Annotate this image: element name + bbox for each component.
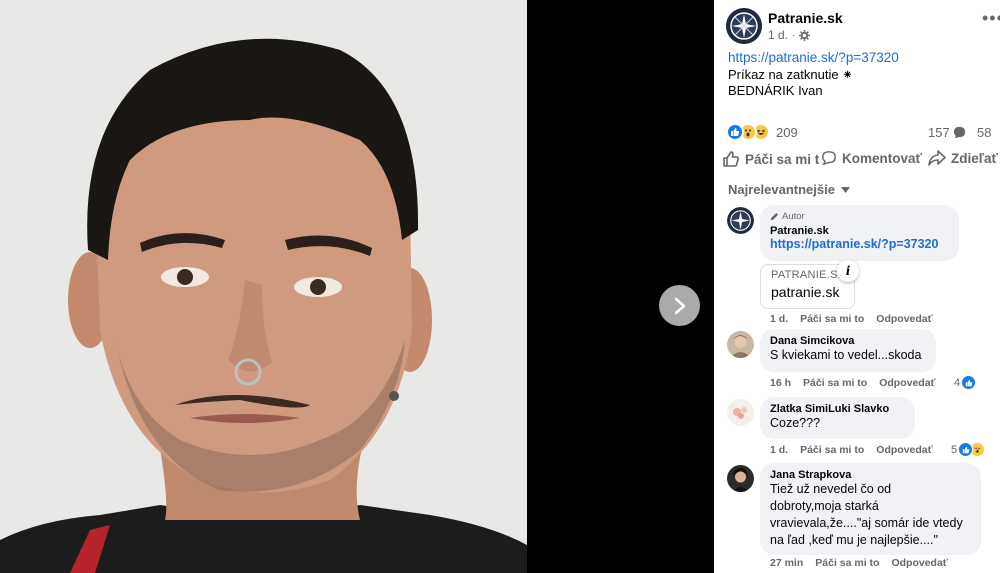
comment-bubble: Autor Patranie.sk https://patranie.sk/?p…: [760, 205, 959, 261]
comment-like-button[interactable]: Páči sa mi to: [803, 377, 867, 389]
mugshot-image: [0, 0, 527, 573]
user-avatar-image: [727, 399, 754, 426]
facebook-photo-viewer: Patranie.sk 1 d. · ••• https://patranie.…: [0, 0, 1000, 573]
comment-actions: 27 min Páči sa mi to Odpovedať: [770, 557, 948, 569]
comment-text-line-4: na ľad ,keď mu je najlepšie....": [770, 533, 938, 547]
comment-reactions[interactable]: 5: [951, 442, 986, 457]
like-reaction-icon: [961, 375, 977, 390]
comment-text-line-2: dobroty,moja starká: [770, 499, 879, 513]
comment-author[interactable]: Patranie.sk: [770, 225, 949, 237]
comment-time[interactable]: 27 min: [770, 557, 803, 569]
comment-reply-button[interactable]: Odpovedať: [891, 557, 947, 569]
comment-icon: [822, 151, 836, 166]
post-time[interactable]: 1 d.: [768, 28, 788, 42]
share-icon: [928, 150, 946, 166]
gear-icon: [799, 29, 811, 41]
post-side-panel: Patranie.sk 1 d. · ••• https://patranie.…: [714, 0, 1000, 573]
more-icon[interactable]: •••: [982, 8, 1000, 29]
comment-text-line-3: vravievala,že...."aj somár ide vtedy: [770, 516, 963, 530]
like-button-label: Páči sa mi to: [745, 151, 828, 167]
preview-domain: PATRANIE.SK: [771, 269, 846, 281]
comment-author[interactable]: Zlatka SimiLuki Slavko: [770, 403, 905, 415]
patranie-logo-icon: [726, 8, 762, 44]
comment-like-button[interactable]: Páči sa mi to: [800, 313, 864, 325]
preview-title: patranie.sk: [771, 284, 840, 300]
comment-like-button[interactable]: Páči sa mi to: [815, 557, 879, 569]
chevron-right-icon: [674, 297, 685, 314]
comment-bubble: Zlatka SimiLuki Slavko Coze???: [760, 397, 915, 439]
info-icon[interactable]: i: [837, 260, 859, 282]
comment-avatar-jana[interactable]: [727, 465, 754, 492]
comment-reply-button[interactable]: Odpovedať: [879, 377, 935, 389]
comment-like-count: 5: [951, 443, 958, 456]
reactions-summary: 209 157 58: [726, 123, 1000, 143]
comment-reactions[interactable]: 4: [954, 375, 977, 390]
like-button[interactable]: Páči sa mi to: [722, 150, 828, 168]
comment-actions: 16 h Páči sa mi to Odpovedať: [770, 377, 936, 389]
comment-bubble-icon: [953, 126, 965, 139]
chevron-down-icon: [840, 186, 850, 193]
next-photo-button[interactable]: [659, 285, 700, 326]
share-button[interactable]: Zdieľať: [928, 150, 998, 166]
comment-sort-dropdown[interactable]: Najrelevantnejšie: [728, 182, 850, 197]
comment-bubble: Dana Simcikova S kviekami to vedel...sko…: [760, 329, 936, 372]
comment-author[interactable]: Jana Strapkova: [770, 469, 971, 481]
pencil-icon: [770, 212, 779, 221]
author-badge-label: Autor: [782, 211, 805, 222]
page-avatar[interactable]: [726, 8, 762, 44]
share-button-label: Zdieľať: [951, 150, 998, 166]
page-name[interactable]: Patranie.sk: [768, 10, 843, 26]
comment-reply-button[interactable]: Odpovedať: [876, 444, 932, 456]
share-count[interactable]: 58: [977, 125, 991, 140]
comment-button[interactable]: Komentovať: [819, 150, 922, 166]
comment-actions: 1 d. Páči sa mi to Odpovedať: [770, 313, 933, 325]
user-avatar-image: [727, 331, 754, 358]
post-text-line-1: Príkaz na zatknutie ⁕: [728, 67, 854, 82]
comment-author[interactable]: Dana Simcikova: [770, 335, 926, 347]
reaction-icons[interactable]: [726, 123, 770, 141]
user-avatar-image: [727, 465, 754, 492]
comment-count[interactable]: 157: [928, 125, 966, 140]
comment-like-button[interactable]: Páči sa mi to: [800, 444, 864, 456]
like-reaction-icon: [726, 123, 744, 141]
reaction-count[interactable]: 209: [776, 125, 798, 140]
comment-text: Coze???: [770, 416, 821, 430]
post-actions: Páči sa mi to Komentovať Zdieľať: [722, 150, 1000, 172]
comment-link[interactable]: https://patranie.sk/?p=37320: [770, 237, 949, 251]
comment-button-label: Komentovať: [842, 150, 922, 166]
patranie-logo-icon: [727, 207, 754, 234]
comment-count-value: 157: [928, 125, 950, 140]
author-badge: Autor: [770, 211, 949, 222]
post-link[interactable]: https://patranie.sk/?p=37320: [728, 50, 899, 65]
post-meta: 1 d. ·: [768, 28, 811, 42]
like-reaction-icon: [958, 442, 974, 457]
comment-actions: 1 d. Páči sa mi to Odpovedať: [770, 444, 933, 456]
post-photo[interactable]: [0, 0, 527, 573]
like-icon: [723, 151, 739, 167]
comment-bubble: Jana Strapkova Tiež už nevedel čo od dob…: [760, 463, 981, 555]
comment-avatar-dana[interactable]: [727, 331, 754, 358]
comment-avatar-patranie[interactable]: [727, 207, 754, 234]
comment-like-count: 4: [954, 376, 961, 389]
comment-reply-button[interactable]: Odpovedať: [876, 313, 932, 325]
comment-time[interactable]: 1 d.: [770, 444, 788, 456]
comment-time[interactable]: 1 d.: [770, 313, 788, 325]
sort-label: Najrelevantnejšie: [728, 182, 835, 197]
comment-text: S kviekami to vedel...skoda: [770, 348, 922, 362]
comment-text-line-1: Tiež už nevedel čo od: [770, 482, 892, 496]
comment-time[interactable]: 16 h: [770, 377, 791, 389]
comment-avatar-zlatka[interactable]: [727, 399, 754, 426]
post-text-line-2: BEDNÁRIK Ivan: [728, 83, 823, 98]
